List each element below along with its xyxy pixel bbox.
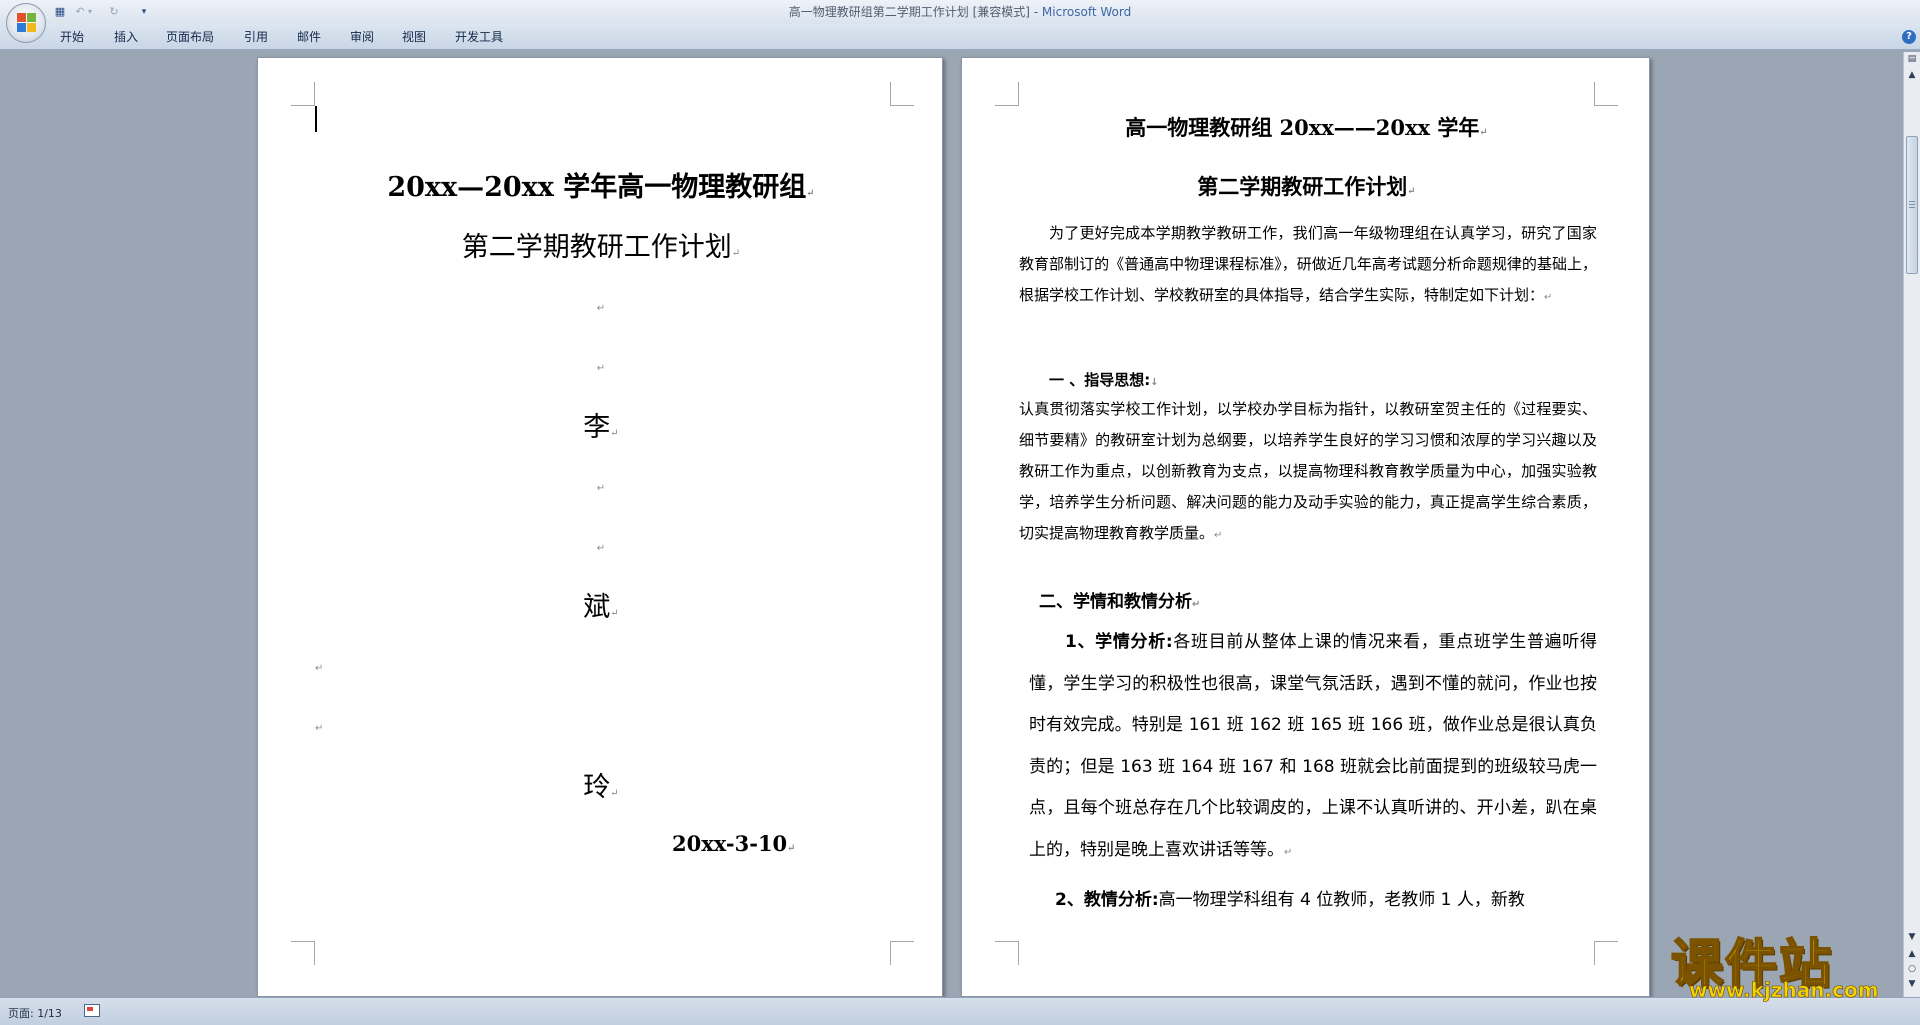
page-number-status[interactable]: 页面: 1/13 [8,1005,62,1021]
cover-title: 20xx—20xx 学年高一物理教研组↵ [387,172,815,203]
office-button[interactable] [6,3,46,43]
tab-developer[interactable]: 开发工具 [455,30,503,44]
document-page-1[interactable]: 20xx—20xx 学年高一物理教研组↵ 第二学期教研工作计划↵ ↵ ↵ 李↵ … [257,57,943,997]
margin-corner-mark [995,82,1019,106]
status-bar: 页面: 1/13 [0,997,1920,1025]
help-icon[interactable]: ? [1902,30,1916,44]
plan-heading-line-1: 高一物理教研组 20xx——20xx 学年↵ [1125,115,1488,140]
office-logo-icon [17,13,37,33]
ruler-toggle-icon[interactable]: ▤ [1905,52,1919,66]
margin-corner-mark [890,82,914,106]
paragraph-mark: ↵ [315,663,324,674]
tab-insert[interactable]: 插入 [114,30,138,44]
text-cursor [315,106,317,132]
author-char-3: 玲↵ [583,772,619,803]
document-page-2[interactable]: 高一物理教研组 20xx——20xx 学年↵ 第二学期教研工作计划↵ 为了更好完… [961,57,1650,997]
intro-paragraph: 为了更好完成本学期教学教研工作，我们高一年级物理组在认真学习，研究了国家教育部制… [1019,224,1597,304]
margin-corner-mark [1594,941,1618,965]
author-char-2: 斌↵ [583,592,619,623]
margin-corner-mark [291,941,315,965]
student-analysis-paragraph: 1、学情分析:各班目前从整体上课的情况来看，重点班学生普遍听得懂，学生学习的积极… [1029,632,1597,860]
margin-corner-mark [995,941,1019,965]
section-2-title: 二、学情和教情分析↵ [1039,592,1201,612]
section-1-title: 一 、指导思想:↓ [1049,371,1159,389]
scroll-down-icon[interactable]: ▼ [1905,930,1919,944]
watermark-url: www.kjzhan.com [1689,978,1879,1003]
tab-review[interactable]: 审阅 [350,30,374,44]
previous-page-icon[interactable]: ▲ [1905,947,1919,961]
margin-corner-mark [291,82,315,106]
paragraph-mark: ↵ [596,543,606,554]
teacher-analysis-label: 2、教情分析: [1055,890,1159,910]
tab-mailings[interactable]: 邮件 [297,30,321,44]
paragraph-mark: ↵ [596,483,606,494]
plan-heading-line-2: 第二学期教研工作计划↵ [1197,174,1416,199]
scroll-up-icon[interactable]: ▲ [1905,68,1919,82]
title-bar: ▦ ↶ ▾ ↻ ▾ 高一物理教研组第二学期工作计划 [兼容模式] - Micro… [0,0,1920,24]
paragraph-mark: ↵ [315,723,324,734]
teacher-analysis-paragraph: 2、教情分析:高一物理学科组有 4 位教师，老教师 1 人，新教 [1055,890,1525,910]
ribbon-tabs: 开始 插入 页面布局 引用 邮件 审阅 视图 开发工具 ? [0,24,1920,50]
tab-home[interactable]: 开始 [60,30,84,44]
paragraph-mark: ↵ [596,303,606,314]
paragraph-mark: ↵ [596,363,606,374]
macro-recording-icon[interactable] [84,1004,100,1017]
window-title: 高一物理教研组第二学期工作计划 [兼容模式] - Microsoft Word [0,0,1920,24]
author-char-1: 李↵ [583,412,619,443]
margin-corner-mark [1594,82,1618,106]
cover-date: 20xx-3-10↵ [672,831,796,856]
tab-view[interactable]: 视图 [402,30,426,44]
select-browse-object-icon[interactable]: ○ [1905,962,1919,976]
vertical-scrollbar[interactable]: ▤ ▲ ▼ ▲ ○ ▼ [1903,52,1920,997]
app-name: Microsoft Word [1041,5,1132,19]
document-title: 高一物理教研组第二学期工作计划 [兼容模式] - [788,5,1042,19]
tab-page-layout[interactable]: 页面布局 [166,30,214,44]
watermark-logo: 课件站 www.kjzhan.com [1665,922,1901,1003]
tab-references[interactable]: 引用 [244,30,268,44]
student-analysis-label: 1、学情分析: [1065,632,1173,652]
scroll-thumb[interactable] [1906,136,1918,274]
section-1-body: 认真贯彻落实学校工作计划，以学校办学目标为指针，以教研室贺主任的《过程要实、细节… [1019,400,1597,542]
next-page-icon[interactable]: ▼ [1905,977,1919,991]
cover-subtitle: 第二学期教研工作计划↵ [461,232,741,263]
margin-corner-mark [890,941,914,965]
